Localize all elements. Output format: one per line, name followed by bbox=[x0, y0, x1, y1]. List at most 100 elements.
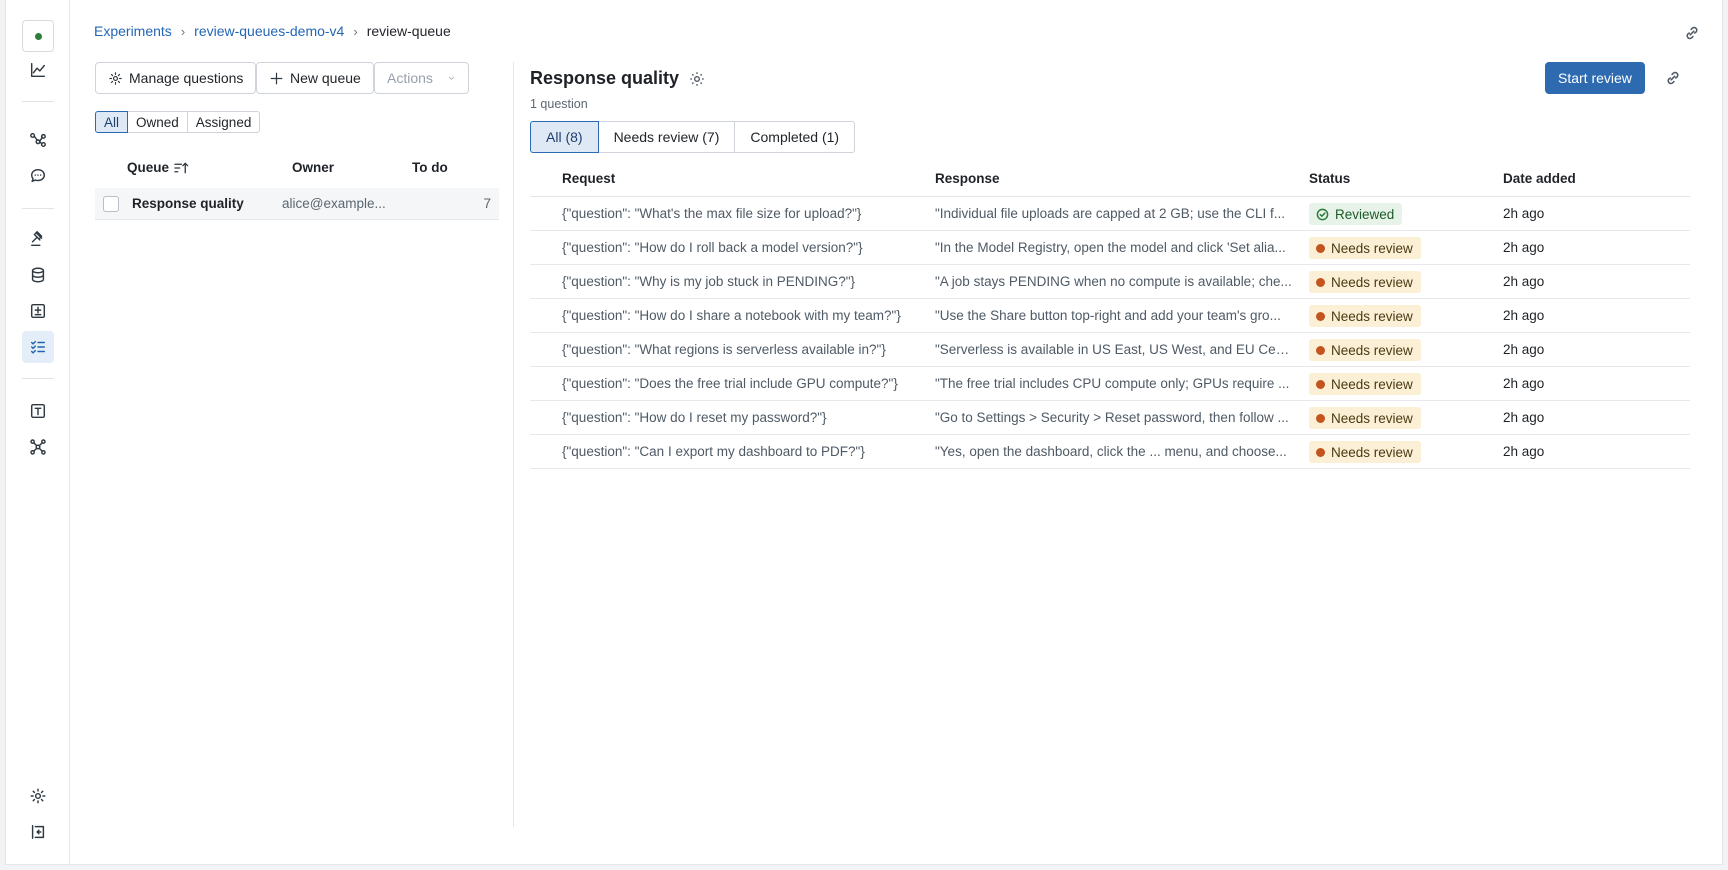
response-cell: "Yes, open the dashboard, click the ... … bbox=[935, 444, 1287, 459]
new-queue-button[interactable]: New queue bbox=[256, 62, 374, 94]
queue-row[interactable]: Response quality alice@example... 7 bbox=[95, 188, 499, 220]
date-cell: 2h ago bbox=[1503, 410, 1545, 425]
date-cell: 2h ago bbox=[1503, 308, 1545, 323]
queue-title: Response quality bbox=[530, 68, 706, 89]
left-nav-rail bbox=[6, 0, 70, 864]
request-cell: {"question": "What's the max file size f… bbox=[562, 206, 862, 221]
status-badge: Needs review bbox=[1309, 407, 1421, 429]
copy-link-icon[interactable] bbox=[1662, 67, 1684, 89]
owner-column-header: Owner bbox=[292, 160, 335, 175]
queue-row-checkbox[interactable] bbox=[103, 196, 119, 212]
pane-divider bbox=[513, 62, 514, 827]
date-cell: 2h ago bbox=[1503, 206, 1545, 221]
queue-title-text: Response quality bbox=[530, 68, 680, 88]
start-review-button[interactable]: Start review bbox=[1545, 62, 1645, 94]
status-label: Needs review bbox=[1331, 240, 1413, 256]
status-dot bbox=[1316, 413, 1325, 423]
table-row[interactable]: {"question": "Why is my job stuck in PEN… bbox=[530, 265, 1690, 299]
table-row[interactable]: {"question": "What regions is serverless… bbox=[530, 333, 1690, 367]
table-row[interactable]: {"question": "Does the free trial includ… bbox=[530, 367, 1690, 401]
status-label: Needs review bbox=[1331, 444, 1413, 460]
table-row[interactable]: {"question": "How do I reset my password… bbox=[530, 401, 1690, 435]
response-cell: "Individual file uploads are capped at 2… bbox=[935, 206, 1286, 221]
database-icon[interactable] bbox=[22, 259, 54, 291]
status-label: Needs review bbox=[1331, 342, 1413, 358]
rail-divider bbox=[22, 378, 54, 379]
status-badge: Needs review bbox=[1309, 271, 1421, 293]
status-dot bbox=[1316, 447, 1325, 457]
tab-all[interactable]: All (8) bbox=[530, 121, 599, 153]
breadcrumb-current: review-queue bbox=[366, 23, 451, 39]
status-label: Needs review bbox=[1331, 274, 1413, 290]
tab-needs-review[interactable]: Needs review (7) bbox=[597, 121, 736, 153]
model-network-icon[interactable] bbox=[22, 431, 54, 463]
chat-icon[interactable] bbox=[22, 160, 54, 192]
request-cell: {"question": "Does the free trial includ… bbox=[562, 376, 898, 391]
date-cell: 2h ago bbox=[1503, 342, 1545, 357]
request-cell: {"question": "How do I share a notebook … bbox=[562, 308, 901, 323]
queue-filter-all[interactable]: All bbox=[95, 111, 129, 133]
response-cell: "A job stays PENDING when no compute is … bbox=[935, 274, 1292, 289]
settings-gear-icon[interactable] bbox=[22, 780, 54, 812]
evaluation-icon[interactable] bbox=[22, 295, 54, 327]
collapse-sidebar-icon[interactable] bbox=[22, 816, 54, 848]
status-column-header[interactable]: Status bbox=[1309, 171, 1350, 186]
breadcrumb: Experiments › review-queues-demo-v4 › re… bbox=[94, 23, 451, 39]
table-row[interactable]: {"question": "How do I roll back a model… bbox=[530, 231, 1690, 265]
request-cell: {"question": "How do I reset my password… bbox=[562, 410, 827, 425]
status-badge: Needs review bbox=[1309, 373, 1421, 395]
status-label: Needs review bbox=[1331, 376, 1413, 392]
review-items-table: Request Response Status Date added {"que… bbox=[530, 165, 1690, 469]
new-queue-label: New queue bbox=[290, 70, 361, 86]
table-row[interactable]: {"question": "What's the max file size f… bbox=[530, 197, 1690, 231]
manage-questions-button[interactable]: Manage questions bbox=[95, 62, 257, 94]
queue-filter-owned[interactable]: Owned bbox=[127, 111, 188, 133]
chart-icon[interactable] bbox=[22, 54, 54, 86]
breadcrumb-experiment-link[interactable]: review-queues-demo-v4 bbox=[194, 23, 344, 39]
response-cell: "In the Model Registry, open the model a… bbox=[935, 240, 1286, 255]
status-badge: Needs review bbox=[1309, 305, 1421, 327]
request-cell: {"question": "Why is my job stuck in PEN… bbox=[562, 274, 856, 289]
request-cell: {"question": "How do I roll back a model… bbox=[562, 240, 863, 255]
gear-icon[interactable] bbox=[688, 70, 706, 88]
table-row[interactable]: {"question": "How do I share a notebook … bbox=[530, 299, 1690, 333]
date-column-header[interactable]: Date added bbox=[1503, 171, 1576, 186]
workspace-logo-icon[interactable] bbox=[22, 20, 54, 52]
status-badge: Reviewed bbox=[1309, 203, 1403, 225]
status-filter-tabs: All (8) Needs review (7) Completed (1) bbox=[530, 121, 856, 153]
sort-ascending-icon bbox=[174, 161, 189, 173]
queue-filter-assigned[interactable]: Assigned bbox=[186, 111, 261, 133]
manage-questions-label: Manage questions bbox=[129, 70, 244, 86]
table-row[interactable]: {"question": "Can I export my dashboard … bbox=[530, 435, 1690, 469]
copy-link-icon[interactable] bbox=[1680, 21, 1704, 45]
status-dot bbox=[1316, 243, 1325, 253]
status-dot bbox=[1316, 345, 1325, 355]
date-cell: 2h ago bbox=[1503, 240, 1545, 255]
response-column-header[interactable]: Response bbox=[935, 171, 1000, 186]
request-cell: {"question": "What regions is serverless… bbox=[562, 342, 886, 357]
chevron-down-icon bbox=[448, 76, 455, 80]
check-circle-icon bbox=[1316, 208, 1329, 220]
queue-filter-tabs: All Owned Assigned bbox=[95, 111, 261, 133]
response-cell: "Go to Settings > Security > Reset passw… bbox=[935, 410, 1289, 425]
status-dot bbox=[34, 32, 42, 40]
review-checklist-icon[interactable] bbox=[22, 331, 54, 363]
status-badge: Needs review bbox=[1309, 441, 1421, 463]
request-column-header[interactable]: Request bbox=[562, 171, 615, 186]
breadcrumb-experiments-link[interactable]: Experiments bbox=[94, 23, 172, 39]
response-cell: "Use the Share button top-right and add … bbox=[935, 308, 1281, 323]
status-label: Needs review bbox=[1331, 308, 1413, 324]
todo-column-header: To do bbox=[412, 160, 448, 175]
status-dot bbox=[1316, 277, 1325, 287]
judge-gavel-icon[interactable] bbox=[22, 223, 54, 255]
app-window: Experiments › review-queues-demo-v4 › re… bbox=[5, 0, 1723, 865]
trace-graph-icon[interactable] bbox=[22, 124, 54, 156]
question-count: 1 question bbox=[530, 97, 588, 111]
prompt-text-icon[interactable] bbox=[22, 395, 54, 427]
status-badge: Needs review bbox=[1309, 237, 1421, 259]
status-label: Reviewed bbox=[1335, 206, 1395, 222]
queue-column-header[interactable]: Queue bbox=[127, 160, 189, 175]
actions-label: Actions bbox=[387, 70, 433, 86]
tab-completed[interactable]: Completed (1) bbox=[734, 121, 856, 153]
actions-dropdown[interactable]: Actions bbox=[374, 62, 469, 94]
